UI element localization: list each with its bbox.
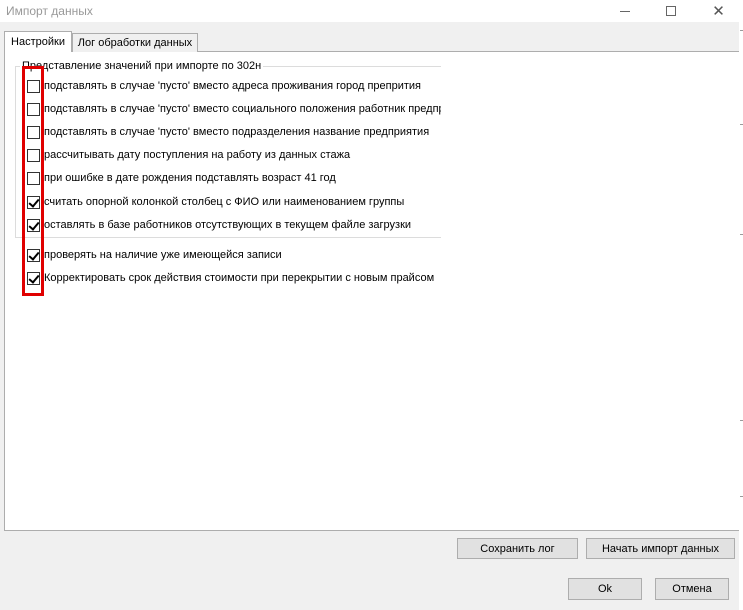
option-social-status[interactable]: подставлять в случае 'пусто' вместо соци… — [27, 102, 441, 116]
option-label: считать опорной колонкой столбец с ФИО и… — [44, 196, 405, 208]
option-key-column-fio[interactable]: считать опорной колонкой столбец с ФИО и… — [27, 195, 404, 209]
close-icon: ✕ — [712, 2, 725, 20]
close-button[interactable]: ✕ — [694, 0, 743, 22]
highlight-box — [22, 66, 44, 296]
group-title: Представление значений при импорте по 30… — [20, 60, 264, 72]
option-keep-absent-workers[interactable]: оставлять в базе работников отсутствующи… — [27, 218, 411, 232]
maximize-icon — [666, 6, 676, 16]
option-adjust-price-validity[interactable]: Корректировать срок действия стоимости п… — [27, 271, 434, 285]
option-hire-date-from-experience[interactable]: рассчитывать дату поступления на работу … — [27, 148, 350, 162]
option-label: подставлять в случае 'пусто' вместо подр… — [44, 126, 430, 138]
option-department-name[interactable]: подставлять в случае 'пусто' вместо подр… — [27, 125, 429, 139]
right-edge — [739, 0, 743, 610]
minimize-button[interactable] — [602, 0, 648, 22]
option-label: Корректировать срок действия стоимости п… — [44, 272, 435, 284]
maximize-button[interactable] — [648, 0, 694, 22]
option-label: проверять на наличие уже имеющейся запис… — [44, 249, 282, 261]
tab-label: Настройки — [11, 36, 65, 48]
cancel-button[interactable]: Отмена — [655, 578, 729, 600]
option-check-existing-record[interactable]: проверять на наличие уже имеющейся запис… — [27, 248, 282, 262]
option-label: оставлять в базе работников отсутствующи… — [44, 219, 412, 231]
option-label: подставлять в случае 'пусто' вместо адре… — [44, 80, 422, 92]
minimize-icon — [620, 10, 630, 12]
option-label: подставлять в случае 'пусто' вместо соци… — [44, 103, 441, 115]
option-label: при ошибке в дате рождения подставлять в… — [44, 172, 336, 184]
tab-settings[interactable]: Настройки — [4, 31, 72, 52]
option-default-age[interactable]: при ошибке в дате рождения подставлять в… — [27, 171, 336, 185]
ok-button[interactable]: Ok — [568, 578, 642, 600]
import-dialog: Импорт данных ✕ Настройки Лог обработки … — [0, 0, 743, 610]
option-address-city[interactable]: подставлять в случае 'пусто' вместо адре… — [27, 79, 421, 93]
save-log-button[interactable]: Сохранить лог — [457, 538, 578, 559]
start-import-button[interactable]: Начать импорт данных — [586, 538, 735, 559]
option-label: рассчитывать дату поступления на работу … — [44, 149, 351, 161]
